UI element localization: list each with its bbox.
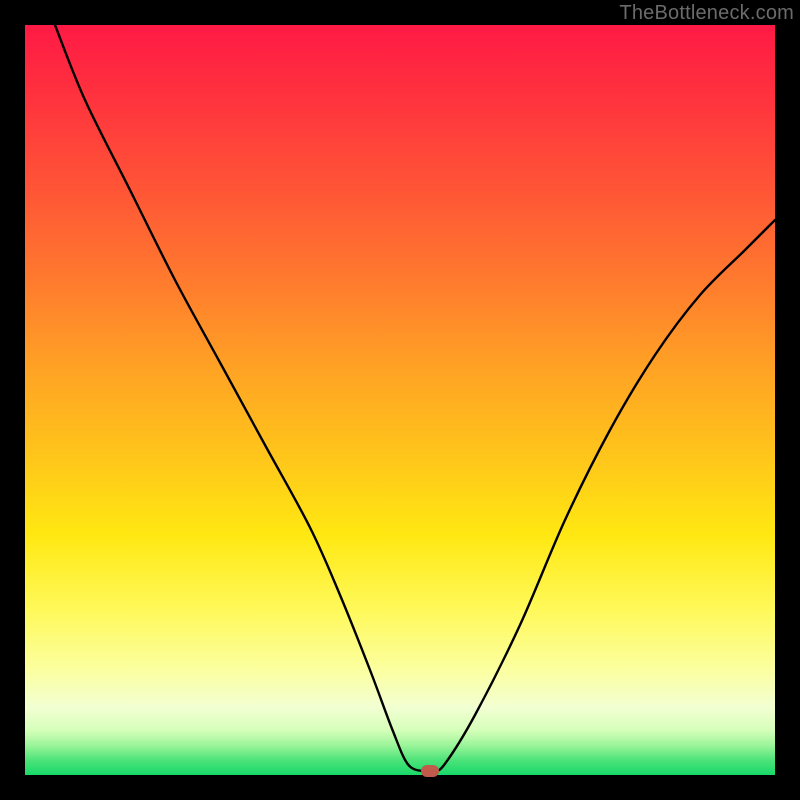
chart-frame: TheBottleneck.com <box>0 0 800 800</box>
minimum-marker <box>421 765 439 777</box>
bottleneck-curve <box>25 25 775 775</box>
watermark-text: TheBottleneck.com <box>619 2 794 25</box>
plot-area <box>25 25 775 775</box>
